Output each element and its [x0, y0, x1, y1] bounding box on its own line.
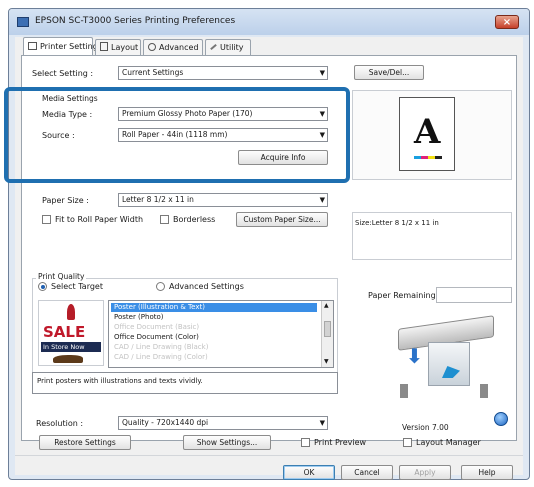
cancel-button[interactable]: Cancel	[341, 465, 393, 480]
print-quality-title: Print Quality	[36, 272, 87, 281]
printer-icon	[28, 42, 37, 50]
select-setting-combo[interactable]: Current Settings ▼	[118, 66, 328, 80]
list-item[interactable]: CAD / Line Drawing (Black)	[111, 343, 317, 352]
print-preview-label: Print Preview	[314, 438, 367, 447]
custom-paper-size-button[interactable]: Custom Paper Size...	[236, 212, 328, 227]
list-item[interactable]: Poster (Illustration & Text)	[111, 303, 317, 312]
divider	[15, 455, 523, 456]
apply-button[interactable]: Apply	[399, 465, 451, 480]
sale-banner: In Store Now	[41, 342, 101, 352]
chevron-down-icon: ▼	[319, 419, 325, 427]
tab-utility[interactable]: Utility	[205, 39, 251, 55]
print-preview-checkbox[interactable]	[301, 438, 310, 447]
layout-manager-checkbox[interactable]	[403, 438, 412, 447]
close-button[interactable]: ×	[495, 15, 519, 29]
paper-preview-sheet: A	[399, 97, 455, 171]
target-description: Print posters with illustrations and tex…	[37, 377, 203, 385]
media-settings-highlight	[4, 87, 350, 183]
fit-to-roll-label: Fit to Roll Paper Width	[55, 215, 144, 224]
window-title: EPSON SC-T3000 Series Printing Preferenc…	[35, 16, 236, 26]
advanced-settings-radio[interactable]	[156, 282, 165, 291]
select-target-label: Select Target	[51, 282, 103, 291]
fit-to-roll-checkbox[interactable]	[42, 215, 51, 224]
listbox-scrollbar[interactable]: ▲ ▼	[321, 301, 333, 367]
select-target-radio[interactable]	[38, 282, 47, 291]
paper-remaining-field	[436, 287, 512, 303]
target-description-box: Print posters with illustrations and tex…	[32, 372, 338, 394]
tab-label: Advanced	[159, 43, 199, 52]
arrow-down-icon: ⬇	[406, 344, 423, 368]
tab-printer-settings[interactable]: Printer Settings	[23, 37, 102, 56]
resolution-value: Quality - 720x1440 dpi	[122, 418, 209, 427]
paper-size-combo[interactable]: Letter 8 1/2 x 11 in ▼	[118, 193, 328, 207]
shoe-icon	[67, 304, 75, 320]
tab-label: Layout	[111, 43, 139, 52]
list-item[interactable]: Office Document (Basic)	[111, 323, 317, 332]
title-bar[interactable]: EPSON SC-T3000 Series Printing Preferenc…	[9, 9, 529, 35]
printing-preferences-window: EPSON SC-T3000 Series Printing Preferenc…	[8, 8, 530, 480]
list-item[interactable]: Office Document (Color)	[111, 333, 317, 342]
list-item[interactable]: Poster (Photo)	[111, 313, 317, 322]
printer-illustration: ⬇	[392, 315, 502, 400]
driver-version: Version 7.00	[402, 423, 449, 432]
printer-paper-output	[428, 342, 470, 386]
scroll-up-icon[interactable]: ▲	[324, 302, 329, 309]
gear-icon	[148, 43, 156, 51]
select-setting-label: Select Setting :	[32, 69, 94, 78]
list-item[interactable]: CAD / Line Drawing (Color)	[111, 353, 317, 362]
layout-manager-label: Layout Manager	[416, 438, 481, 447]
paper-size-value: Letter 8 1/2 x 11 in	[122, 195, 194, 204]
advanced-settings-label: Advanced Settings	[169, 282, 244, 291]
target-listbox[interactable]: Poster (Illustration & Text) Poster (Pho…	[108, 300, 334, 368]
printer-leg-right	[480, 384, 488, 398]
scrollbar-thumb[interactable]	[324, 321, 331, 337]
preview-letter: A	[414, 112, 441, 152]
borderless-checkbox[interactable]	[160, 215, 169, 224]
loafer-icon	[53, 355, 83, 363]
paper-remaining-label: Paper Remaining:	[368, 291, 439, 300]
tab-layout[interactable]: Layout	[95, 39, 141, 55]
wrench-icon	[210, 43, 217, 51]
ink-colors-bar	[414, 156, 442, 159]
paper-size-label: Paper Size :	[42, 196, 89, 205]
paper-size-info-box: Size:Letter 8 1/2 x 11 in	[352, 212, 512, 260]
borderless-label: Borderless	[173, 215, 216, 224]
target-preview-image: SALE In Store Now	[38, 300, 104, 366]
show-settings-button[interactable]: Show Settings...	[183, 435, 271, 450]
resolution-label: Resolution :	[36, 419, 84, 428]
printer-app-icon	[17, 17, 29, 27]
scroll-down-icon[interactable]: ▼	[324, 358, 329, 365]
ok-button[interactable]: OK	[283, 465, 335, 480]
sale-title: SALE	[43, 323, 86, 341]
help-button[interactable]: Help	[461, 465, 513, 480]
chevron-down-icon: ▼	[319, 196, 325, 204]
globe-icon[interactable]	[494, 412, 508, 426]
tab-label: Utility	[220, 43, 244, 52]
printer-leg-left	[400, 384, 408, 398]
restore-settings-button[interactable]: Restore Settings	[39, 435, 131, 450]
paper-size-info: Size:Letter 8 1/2 x 11 in	[355, 219, 439, 227]
save-del-button[interactable]: Save/Del...	[354, 65, 424, 80]
tab-label: Printer Settings	[40, 42, 102, 51]
paper-preview-panel: A	[352, 90, 512, 180]
layout-icon	[100, 42, 108, 51]
chevron-down-icon: ▼	[319, 69, 325, 77]
select-setting-value: Current Settings	[122, 68, 184, 77]
resolution-combo[interactable]: Quality - 720x1440 dpi ▼	[118, 416, 328, 430]
tab-advanced[interactable]: Advanced	[143, 39, 203, 55]
